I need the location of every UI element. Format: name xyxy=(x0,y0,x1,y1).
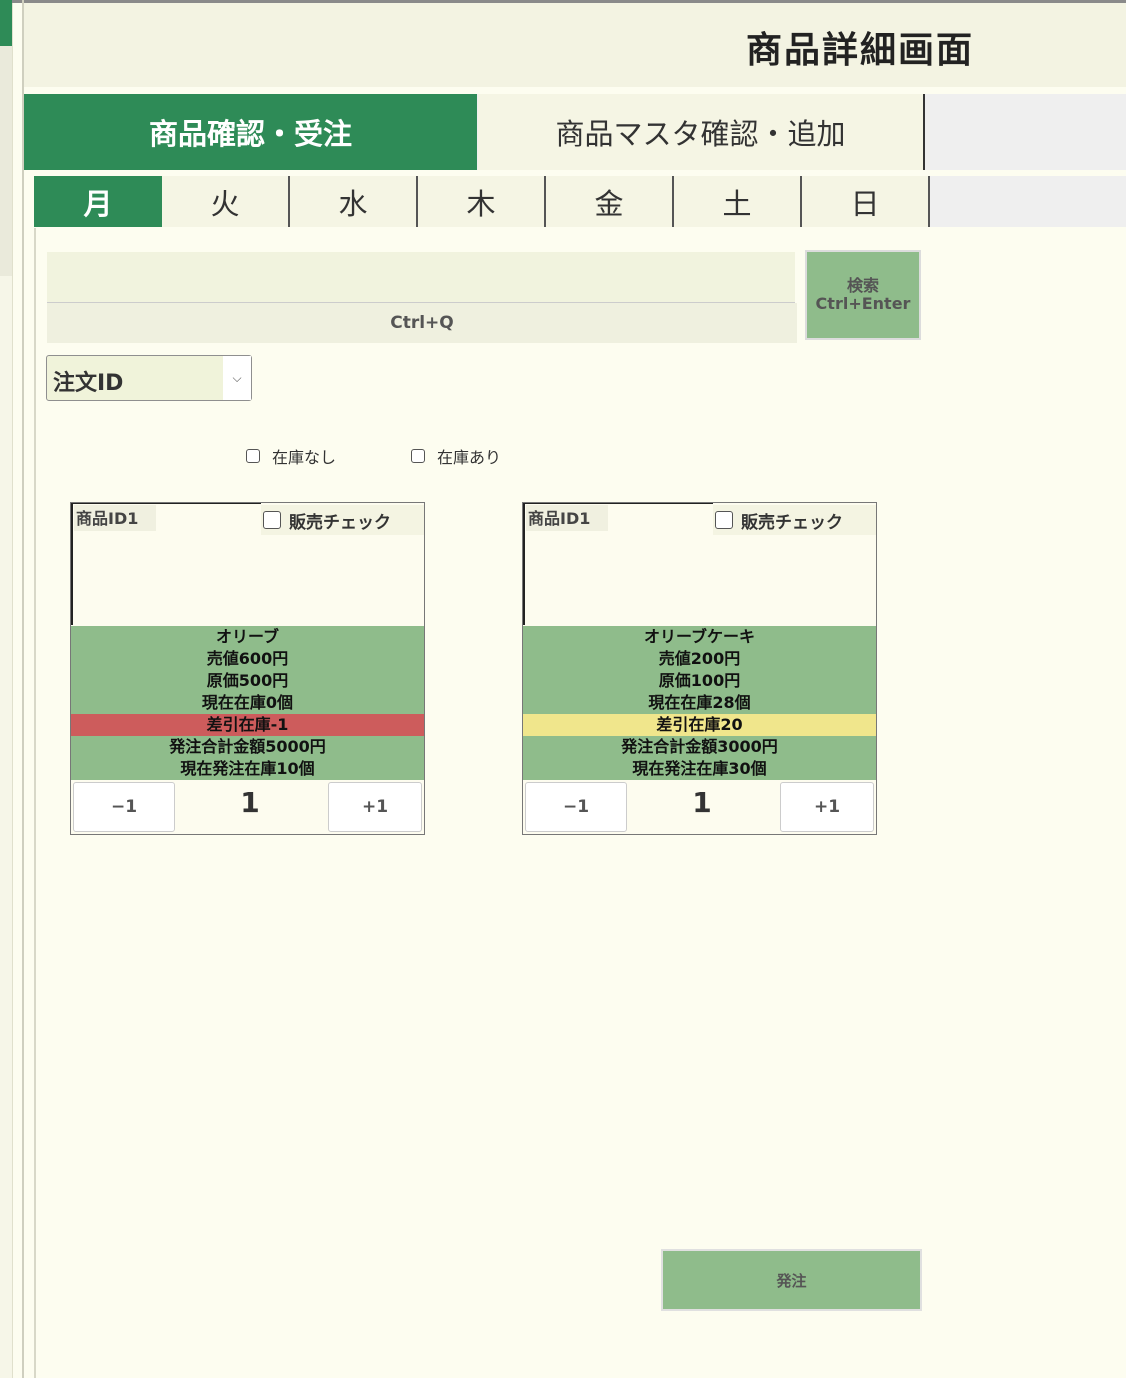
product-order-stock: 現在発注在庫30個 xyxy=(632,759,767,778)
tab-day-sat[interactable]: 土 xyxy=(674,176,802,227)
product-diff-stock: 差引在庫-1 xyxy=(71,714,424,736)
search-shortcut-hint: Ctrl+Q xyxy=(47,303,797,343)
product-order-total: 発注合計金額5000円 xyxy=(169,737,326,756)
weekday-tabs: 月 火 水 木 金 土 日 xyxy=(34,176,1126,227)
search-button-label: 検索 xyxy=(846,276,879,295)
product-price: 売値200円 xyxy=(658,649,741,668)
left-sidebar-strip xyxy=(0,0,13,1378)
filter-in-stock[interactable]: 在庫あり xyxy=(411,444,501,468)
product-diff-stock: 差引在庫20 xyxy=(523,714,876,736)
product-name: オリーブ xyxy=(215,627,280,646)
page-header: 商品詳細画面 xyxy=(24,3,1126,87)
tab-product-master[interactable]: 商品マスタ確認・追加 xyxy=(478,94,925,170)
tab-day-mon[interactable]: 月 xyxy=(34,176,162,227)
sort-select[interactable]: 注文ID ⌵ xyxy=(46,355,252,401)
product-name: オリーブケーキ xyxy=(643,627,756,646)
product-cost: 原価100円 xyxy=(658,671,741,690)
product-cost: 原価500円 xyxy=(206,671,289,690)
filter-no-stock[interactable]: 在庫なし xyxy=(246,444,336,468)
checkbox-icon[interactable] xyxy=(246,449,260,463)
product-id-label: 商品ID1 xyxy=(74,505,156,531)
product-order-stock: 現在発注在庫10個 xyxy=(180,759,315,778)
product-order-total: 発注合計金額3000円 xyxy=(621,737,778,756)
search-input[interactable] xyxy=(47,252,795,303)
product-current-stock: 現在在庫0個 xyxy=(201,693,294,712)
sale-check-label: 販売チェック xyxy=(741,512,843,533)
tab-day-wed[interactable]: 水 xyxy=(290,176,418,227)
page-title: 商品詳細画面 xyxy=(745,30,974,71)
decrement-button[interactable]: −1 xyxy=(73,782,175,832)
tab-day-tue[interactable]: 火 xyxy=(162,176,290,227)
filter-in-stock-label: 在庫あり xyxy=(437,448,502,467)
checkbox-icon[interactable] xyxy=(411,449,425,463)
search-button[interactable]: 検索 Ctrl+Enter xyxy=(805,250,921,340)
sale-check[interactable]: 販売チェック xyxy=(713,505,876,535)
sidebar-accent-mark xyxy=(0,0,12,46)
tab-product-order[interactable]: 商品確認・受注 xyxy=(24,94,477,170)
product-info-panel: オリーブ 売値600円 原価500円 現在在庫0個 差引在庫-1 発注合計金額5… xyxy=(71,626,424,780)
app-left-border xyxy=(22,0,24,1378)
product-id-label: 商品ID1 xyxy=(526,505,608,531)
content-left-border xyxy=(34,228,36,1378)
tab-day-fri[interactable]: 金 xyxy=(546,176,674,227)
sort-select-value: 注文ID xyxy=(53,371,124,396)
quantity-stepper: −1 1 +1 xyxy=(523,780,876,834)
quantity-value: 1 xyxy=(692,785,712,819)
checkbox-icon[interactable] xyxy=(263,511,281,529)
order-button[interactable]: 発注 xyxy=(661,1249,922,1311)
tab-day-sun[interactable]: 日 xyxy=(802,176,930,227)
search-button-shortcut: Ctrl+Enter xyxy=(815,294,911,313)
checkbox-icon[interactable] xyxy=(715,511,733,529)
quantity-stepper: −1 1 +1 xyxy=(71,780,424,834)
increment-button[interactable]: +1 xyxy=(328,782,422,832)
decrement-button[interactable]: −1 xyxy=(525,782,627,832)
increment-button[interactable]: +1 xyxy=(780,782,874,832)
filter-no-stock-label: 在庫なし xyxy=(272,448,337,467)
product-info-panel: オリーブケーキ 売値200円 原価100円 現在在庫28個 差引在庫20 発注合… xyxy=(523,626,876,780)
product-current-stock: 現在在庫28個 xyxy=(648,693,751,712)
product-card: 商品ID1 販売チェック オリーブケーキ 売値200円 原価100円 現在在庫2… xyxy=(522,502,877,835)
sidebar-collapsed-pane xyxy=(0,46,12,276)
sale-check[interactable]: 販売チェック xyxy=(261,505,424,535)
product-price: 売値600円 xyxy=(206,649,289,668)
product-card: 商品ID1 販売チェック オリーブ 売値600円 原価500円 現在在庫0個 差… xyxy=(70,502,425,835)
tab-day-thu[interactable]: 木 xyxy=(418,176,546,227)
sale-check-label: 販売チェック xyxy=(289,512,391,533)
chevron-down-icon: ⌵ xyxy=(223,356,251,400)
main-tabs: 商品確認・受注 商品マスタ確認・追加 xyxy=(24,94,1126,170)
quantity-value: 1 xyxy=(240,785,260,819)
